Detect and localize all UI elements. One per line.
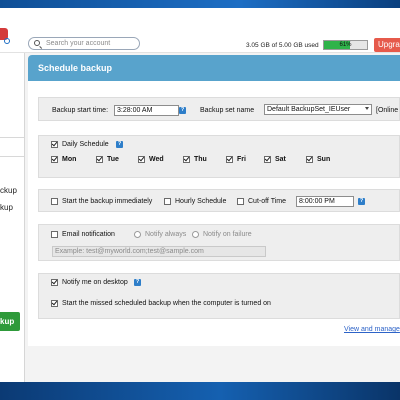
daily-schedule-section: Daily Schedule ? Mon Tue Wed Thu Fri Sat… [38, 135, 400, 178]
help-icon[interactable]: ? [179, 107, 186, 114]
start-time-label: Backup start time: [52, 107, 109, 114]
chevron-down-icon [365, 107, 369, 110]
day-label-fri: Fri [237, 156, 246, 163]
notify-failure-label: Notify on failure [203, 231, 252, 238]
backup-button-label: kup [0, 317, 15, 326]
notify-always-label: Notify always [145, 231, 187, 238]
day-checkbox-wed[interactable] [138, 156, 145, 163]
day-checkbox-mon[interactable] [51, 156, 58, 163]
help-icon[interactable]: ? [116, 141, 123, 148]
backup-options-section: Start the backup immediately Hourly Sche… [38, 189, 400, 212]
email-input[interactable]: Example: test@myworld.com;test@sample.co… [52, 246, 266, 257]
day-checkbox-sun[interactable] [306, 156, 313, 163]
start-immediately-checkbox[interactable] [51, 198, 58, 205]
online-label: [Online [376, 107, 399, 114]
day-label-tue: Tue [107, 156, 119, 163]
left-panel-divider [0, 137, 24, 138]
notify-desktop-label: Notify me on desktop [62, 279, 128, 286]
misc-options-section: Notify me on desktop ? Start the missed … [38, 273, 400, 319]
missed-backup-checkbox[interactable] [51, 300, 58, 307]
email-notification-label: Email notification [62, 231, 115, 238]
backup-set-value: Default BackupSet_IEUser [267, 106, 351, 113]
backup-set-label: Backup set name [200, 107, 255, 114]
help-icon[interactable]: ? [134, 279, 141, 286]
email-notification-section: Email notification Notify always Notify … [38, 224, 400, 261]
notify-desktop-checkbox[interactable] [51, 279, 58, 286]
left-panel-text: kup [0, 203, 13, 212]
hourly-schedule-label: Hourly Schedule [175, 198, 227, 205]
notify-failure-radio[interactable] [192, 231, 199, 238]
registered-mark-icon [4, 38, 10, 44]
cutoff-time-label: Cut-off Time [248, 198, 286, 205]
cutoff-time-input[interactable]: 8:00:00 PM [296, 196, 354, 207]
page-title: Schedule backup [38, 63, 113, 73]
daily-schedule-label: Daily Schedule [62, 141, 109, 148]
day-label-wed: Wed [149, 156, 164, 163]
start-immediately-label: Start the backup immediately [62, 198, 153, 205]
notify-always-radio[interactable] [134, 231, 141, 238]
day-checkbox-sat[interactable] [264, 156, 271, 163]
search-icon [34, 40, 40, 46]
schedule-backup-header: Schedule backup [28, 55, 400, 81]
start-time-section: Backup start time: 3:28:00 AM ? Backup s… [38, 97, 400, 121]
left-panel-divider [0, 156, 24, 157]
left-panel: ckup kup kup [0, 53, 25, 382]
day-checkbox-thu[interactable] [183, 156, 190, 163]
help-icon[interactable]: ? [358, 198, 365, 205]
missed-backup-label: Start the missed scheduled backup when t… [62, 300, 271, 307]
day-label-sun: Sun [317, 156, 331, 163]
quota-percent-label: 61% [339, 42, 352, 48]
search-input[interactable]: Search your account [46, 40, 110, 47]
day-label-sat: Sat [275, 156, 286, 163]
daily-schedule-checkbox[interactable] [51, 141, 58, 148]
quota-progress-bar: 61% [323, 40, 368, 50]
hourly-schedule-checkbox[interactable] [164, 198, 171, 205]
day-checkbox-fri[interactable] [226, 156, 233, 163]
cutoff-time-checkbox[interactable] [237, 198, 244, 205]
start-time-input[interactable]: 3:28:00 AM [114, 105, 179, 116]
view-manage-link[interactable]: View and manage [344, 326, 400, 333]
email-notification-checkbox[interactable] [51, 231, 58, 238]
backup-set-select[interactable]: Default BackupSet_IEUser [264, 104, 372, 115]
desktop-background-top [0, 0, 400, 8]
desktop-background-bottom [0, 382, 400, 400]
day-label-thu: Thu [194, 156, 207, 163]
left-panel-text: ckup [0, 186, 17, 195]
backup-button[interactable]: kup [0, 312, 20, 331]
app-header: Search your account 3.05 GB of 5.00 GB u… [0, 8, 400, 53]
day-label-mon: Mon [62, 156, 77, 163]
day-checkbox-tue[interactable] [96, 156, 103, 163]
upgrade-button[interactable]: Upgra [374, 38, 400, 52]
quota-text: 3.05 GB of 5.00 GB used [246, 42, 319, 49]
search-box[interactable]: Search your account [28, 37, 140, 50]
